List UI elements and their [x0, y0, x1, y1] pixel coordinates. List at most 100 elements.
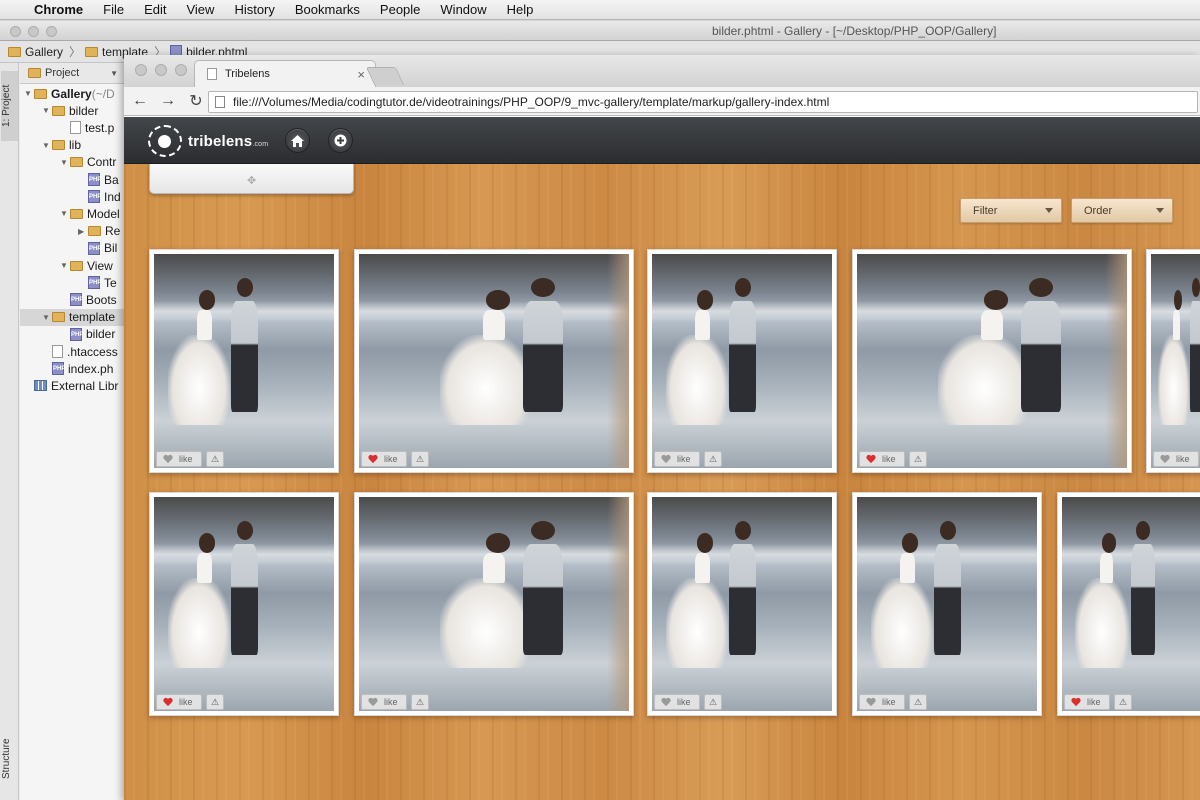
menu-help[interactable]: Help [507, 2, 534, 17]
tree-item-label: External Libr [51, 378, 119, 393]
chevron-down-icon: ▼ [110, 68, 118, 78]
report-button[interactable]: ⚠ [704, 694, 722, 710]
photo-card[interactable]: like⚠ [1146, 249, 1200, 473]
like-button[interactable]: like [1064, 694, 1110, 710]
triangle-down-icon[interactable]: ▼ [60, 209, 70, 218]
menu-edit[interactable]: Edit [144, 2, 166, 17]
upload-drawer[interactable]: ✥ [149, 164, 354, 194]
tree-item[interactable]: PHP Bil [20, 240, 117, 257]
back-icon[interactable]: ← [128, 90, 152, 112]
ide-close-button[interactable] [10, 26, 21, 37]
reload-icon[interactable]: ↻ [184, 90, 208, 112]
like-button[interactable]: like [654, 694, 700, 710]
drag-handle-icon[interactable]: ✥ [247, 174, 256, 187]
report-button[interactable]: ⚠ [411, 694, 429, 710]
tree-item[interactable]: ▼ template [20, 308, 124, 326]
tool-window-strip: 1: Project Structure [0, 63, 19, 800]
tree-item[interactable]: .htaccess [20, 343, 118, 360]
menu-chrome[interactable]: Chrome [34, 2, 83, 17]
library-icon [34, 380, 47, 392]
tree-item-label: .htaccess [67, 344, 118, 359]
tab-tribelens[interactable]: Tribelens × [194, 60, 376, 87]
photo-card[interactable]: like⚠ [1057, 492, 1200, 716]
browser-close-button[interactable] [135, 64, 147, 76]
tree-item[interactable]: PHP Ba [20, 171, 119, 188]
tab-close-icon[interactable]: × [357, 67, 365, 82]
breadcrumb-gallery[interactable]: Gallery [8, 45, 63, 59]
menu-view[interactable]: View [186, 2, 214, 17]
report-button[interactable]: ⚠ [704, 451, 722, 467]
site-logo[interactable]: tribelens.com [148, 125, 268, 157]
logo-text: tribelens.com [188, 133, 268, 150]
heart-icon [661, 698, 671, 707]
like-button[interactable]: like [654, 451, 700, 467]
menu-bookmarks[interactable]: Bookmarks [295, 2, 360, 17]
triangle-right-icon[interactable]: ▶ [78, 227, 88, 236]
report-button[interactable]: ⚠ [909, 451, 927, 467]
triangle-down-icon[interactable]: ▼ [42, 106, 52, 115]
like-button[interactable]: like [156, 451, 202, 467]
triangle-down-icon[interactable]: ▼ [60, 158, 70, 167]
tree-item[interactable]: ▼ Contr [20, 154, 116, 171]
photo-card[interactable]: like ⚠ [647, 492, 837, 716]
tree-item[interactable]: ▼ Gallery (~/D [20, 85, 115, 102]
like-button[interactable]: like [859, 694, 905, 710]
report-button[interactable]: ⚠ [1114, 694, 1132, 710]
tree-item[interactable]: test.p [20, 119, 114, 136]
like-label: like [179, 697, 193, 707]
tree-item[interactable]: ▼ View [20, 257, 113, 274]
tree-item[interactable]: PHP index.ph [20, 360, 113, 377]
menu-window[interactable]: Window [440, 2, 486, 17]
warning-icon: ⚠ [708, 696, 718, 707]
photo-card[interactable]: like⚠ [149, 249, 339, 473]
photo-card[interactable]: like⚠ [852, 249, 1132, 473]
home-button[interactable] [285, 128, 310, 153]
photo-card[interactable]: like⚠ [647, 249, 837, 473]
report-button[interactable]: ⚠ [206, 451, 224, 467]
tab-structure[interactable]: Structure [1, 723, 18, 795]
tree-item[interactable]: ▼ Model [20, 205, 120, 222]
menu-people[interactable]: People [380, 2, 420, 17]
report-button[interactable]: ⚠ [909, 694, 927, 710]
menu-history[interactable]: History [234, 2, 274, 17]
tree-item[interactable]: PHP Boots [20, 291, 117, 308]
like-button[interactable]: like [361, 451, 407, 467]
order-dropdown[interactable]: Order [1071, 198, 1173, 223]
add-photo-button[interactable] [328, 128, 353, 153]
tree-item-label: Ind [104, 189, 121, 204]
browser-zoom-button[interactable] [175, 64, 187, 76]
report-button[interactable]: ⚠ [206, 694, 224, 710]
triangle-down-icon[interactable]: ▼ [42, 313, 52, 322]
tree-item[interactable]: ▼ lib [20, 137, 81, 154]
like-button[interactable]: like [361, 694, 407, 710]
photo-card[interactable]: like ⚠ [149, 492, 339, 716]
triangle-down-icon[interactable]: ▼ [24, 89, 34, 98]
photo-card[interactable]: like⚠ [354, 492, 634, 716]
browser-minimize-button[interactable] [155, 64, 167, 76]
ide-zoom-button[interactable] [46, 26, 57, 37]
photo-card[interactable]: like⚠ [852, 492, 1042, 716]
tree-item[interactable]: PHP Te [20, 274, 117, 291]
tree-item-label: bilder [86, 327, 116, 342]
triangle-down-icon[interactable]: ▼ [60, 261, 70, 270]
like-button[interactable]: like [156, 694, 202, 710]
like-button[interactable]: like [859, 451, 905, 467]
menu-file[interactable]: File [103, 2, 124, 17]
photo-card[interactable]: like⚠ [354, 249, 634, 473]
address-bar[interactable]: file:///Volumes/Media/codingtutor.de/vid… [208, 91, 1198, 113]
filter-dropdown[interactable]: Filter [960, 198, 1062, 223]
tree-item-label: test.p [85, 120, 115, 135]
tree-item[interactable]: ▼ bilder [20, 102, 98, 119]
tree-item[interactable]: PHP Ind [20, 188, 121, 205]
report-button[interactable]: ⚠ [411, 451, 429, 467]
forward-icon[interactable]: → [156, 90, 180, 112]
tree-item[interactable]: External Libr [20, 377, 118, 394]
project-view-selector[interactable]: Project ▼ [20, 63, 124, 84]
like-button[interactable]: like [1153, 451, 1199, 467]
triangle-down-icon[interactable]: ▼ [42, 141, 52, 150]
tab-project[interactable]: 1: Project [1, 71, 18, 141]
tree-item[interactable]: ▶ Re [20, 223, 120, 240]
heart-icon [368, 698, 378, 707]
ide-minimize-button[interactable] [28, 26, 39, 37]
tree-item[interactable]: PHP bilder [20, 326, 115, 343]
